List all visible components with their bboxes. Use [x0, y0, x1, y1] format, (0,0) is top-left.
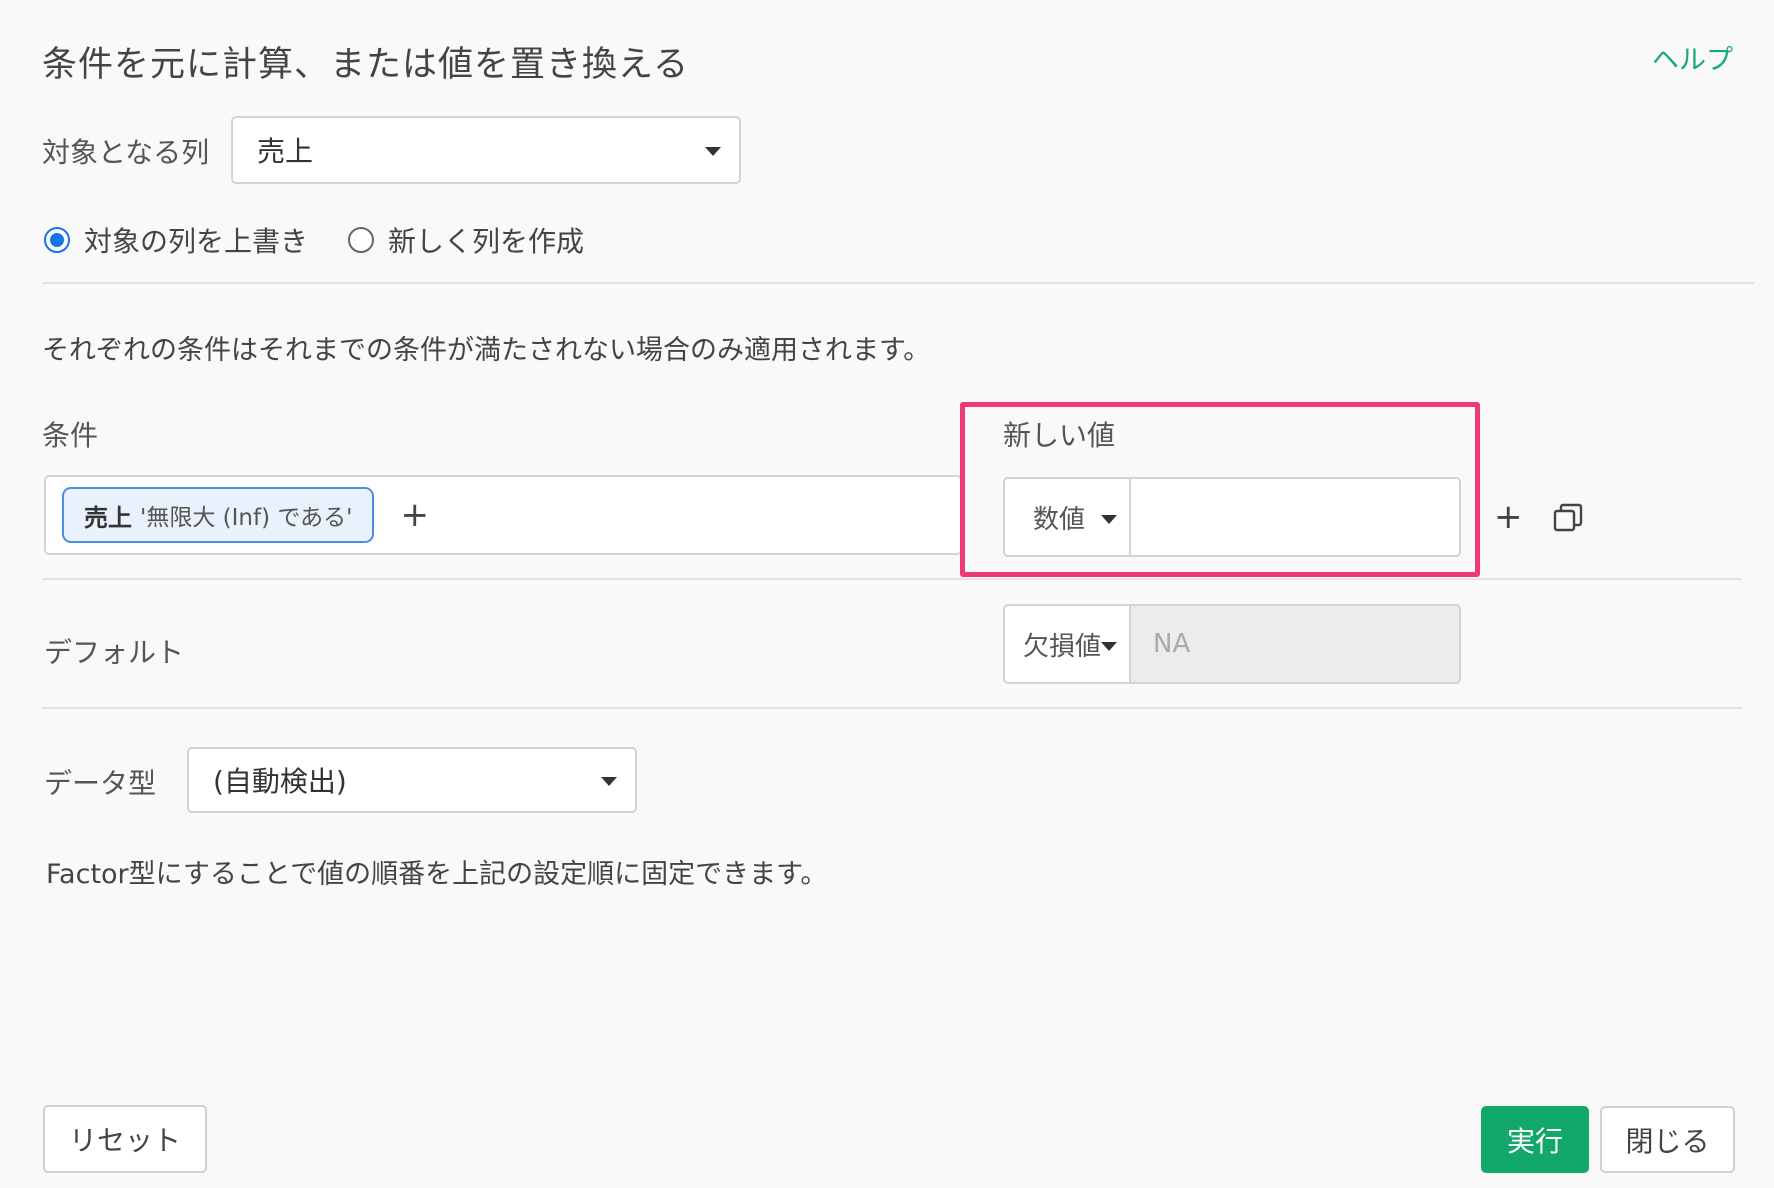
mode-radio-group: 対象の列を上書き 新しく列を作成 — [44, 220, 624, 260]
default-value-input: NA — [1131, 606, 1459, 682]
default-type: 欠損値 — [1023, 631, 1102, 662]
conditions-description: それぞれの条件はそれまでの条件が満たされない場合のみ適用されます。 — [42, 335, 931, 366]
chevron-down-icon — [601, 777, 617, 786]
radio-create-new[interactable]: 新しく列を作成 — [348, 220, 584, 260]
condition-input[interactable]: 売上 '無限大 (Inf) である' + — [44, 475, 962, 555]
add-condition-icon[interactable]: + — [400, 498, 429, 532]
radio-unchecked-icon — [348, 227, 375, 253]
target-column-label: 対象となる列 — [42, 136, 210, 169]
reset-button[interactable]: リセット — [43, 1105, 207, 1173]
run-button[interactable]: 実行 — [1481, 1106, 1589, 1173]
radio-overwrite[interactable]: 対象の列を上書き — [44, 220, 308, 260]
default-type-select[interactable]: 欠損値 — [1005, 606, 1131, 682]
data-type-label: データ型 — [44, 767, 157, 800]
condition-chip[interactable]: 売上 '無限大 (Inf) である' — [62, 487, 375, 543]
default-group: 欠損値 NA — [1003, 604, 1461, 684]
highlight-box — [960, 402, 1480, 577]
target-column-select[interactable]: 売上 — [231, 116, 741, 184]
target-column-value: 売上 — [257, 135, 314, 168]
data-type-select[interactable]: (自動検出) — [187, 747, 637, 813]
radio-create-new-label: 新しく列を作成 — [388, 225, 585, 258]
chevron-down-icon — [705, 147, 721, 156]
condition-chip-text: '無限大 (Inf) である' — [140, 505, 353, 531]
conditions-label: 条件 — [42, 419, 99, 452]
help-link[interactable]: ヘルプ — [1652, 38, 1733, 77]
chevron-down-icon — [1101, 642, 1117, 651]
default-label: デフォルト — [44, 636, 185, 669]
condition-chip-column: 売上 — [84, 503, 132, 532]
copy-icon[interactable] — [1553, 503, 1583, 533]
close-button[interactable]: 閉じる — [1600, 1106, 1735, 1173]
data-type-value: (自動検出) — [213, 765, 347, 798]
radio-checked-icon — [44, 227, 70, 253]
dialog-title: 条件を元に計算、または値を置き換える — [42, 45, 689, 85]
factor-note: Factor型にすることで値の順番を上記の設定順に固定できます。 — [46, 859, 828, 890]
add-row-icon[interactable]: + — [1494, 500, 1523, 534]
radio-overwrite-label: 対象の列を上書き — [84, 225, 309, 258]
divider — [42, 707, 1742, 709]
divider — [42, 282, 1754, 284]
divider — [42, 578, 1742, 580]
